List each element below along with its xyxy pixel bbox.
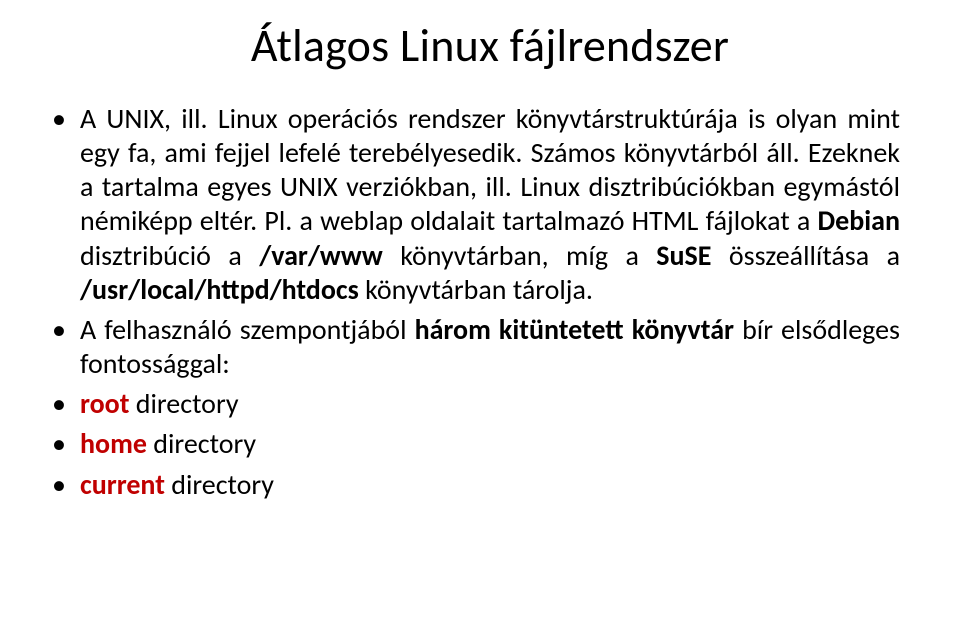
- bullet-list: A UNIX, ill. Linux operációs rendszer kö…: [80, 102, 900, 502]
- text-strong: /usr/local/httpd/htdocs: [80, 272, 359, 307]
- text-segment: directory: [129, 386, 238, 421]
- text-strong: három kitüntetett könyvtár: [415, 312, 734, 347]
- text-keyword: home: [80, 426, 147, 461]
- text-segment: A UNIX, ill. Linux operációs rendszer kö…: [80, 101, 900, 238]
- bullet-item-5: current directory: [80, 468, 900, 502]
- text-keyword: root: [80, 386, 129, 421]
- text-keyword: current: [80, 467, 165, 502]
- bullet-item-1: A UNIX, ill. Linux operációs rendszer kö…: [80, 102, 900, 307]
- text-segment: disztribúció a: [80, 238, 259, 273]
- bullet-item-2: A felhasználó szempontjából három kitünt…: [80, 313, 900, 381]
- text-segment: directory: [147, 426, 256, 461]
- text-segment: A felhasználó szempontjából: [80, 312, 415, 347]
- text-segment: összeállítása a: [711, 238, 900, 273]
- bullet-item-3: root directory: [80, 387, 900, 421]
- text-segment: könyvtárban, míg a: [383, 238, 657, 273]
- text-strong: Debian: [818, 203, 901, 238]
- slide-title: Átlagos Linux fájlrendszer: [80, 18, 900, 74]
- text-segment: directory: [165, 467, 274, 502]
- text-strong: SuSE: [656, 238, 711, 273]
- text-strong: /var/www: [259, 238, 383, 273]
- text-segment: könyvtárban tárolja.: [359, 272, 593, 307]
- bullet-item-4: home directory: [80, 427, 900, 461]
- slide-container: Átlagos Linux fájlrendszer A UNIX, ill. …: [0, 0, 960, 637]
